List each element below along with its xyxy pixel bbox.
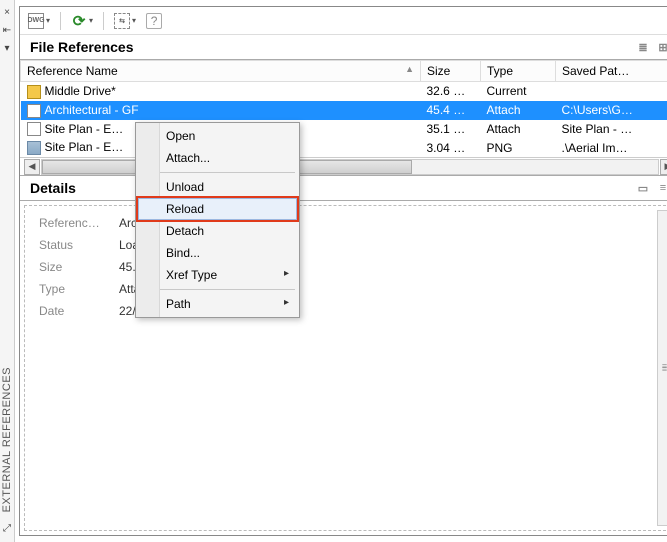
row-type: Attach [481, 120, 556, 139]
ctx-open[interactable]: Open [138, 125, 297, 147]
list-view-icon[interactable]: ≣ [636, 40, 650, 54]
chevron-down-icon: ▾ [89, 16, 93, 25]
scroll-left-icon[interactable]: ◀ [24, 159, 40, 175]
separator [60, 12, 61, 30]
vertical-scrollbar[interactable]: ≡≡ [657, 210, 667, 526]
dwg-icon: DWG [28, 13, 44, 29]
help-icon: ? [146, 13, 162, 29]
table-row[interactable]: Middle Drive* 32.6 …Current [21, 82, 667, 101]
file-type-icon [27, 122, 41, 136]
detail-row: TypeAttach [39, 278, 663, 300]
attach-dwg-button[interactable]: DWG ▾ [26, 11, 52, 31]
context-menu: OpenAttach... UnloadReloadDetachBind...Xr… [135, 122, 300, 318]
file-references-header: File References ≣ ⊞ [20, 35, 667, 60]
details-header: Details ▭ ≡ [20, 175, 667, 201]
file-type-icon [27, 85, 41, 99]
detail-label: Status [39, 238, 119, 252]
details-list-icon[interactable]: ≡ [656, 181, 667, 195]
row-path: C:\Users\G… [556, 101, 667, 120]
table-row[interactable]: Site Plan - E… 3.04 …PNG.\Aerial Im… [21, 138, 667, 157]
row-size: 35.1 … [421, 120, 481, 139]
refresh-button[interactable]: ⟳ ▾ [69, 11, 95, 31]
ctx-unload[interactable]: Unload [138, 176, 297, 198]
chevron-down-icon: ▾ [46, 16, 50, 25]
tree-view-icon[interactable]: ⊞ [656, 40, 667, 54]
file-type-icon [27, 104, 41, 118]
pin-panel-icon[interactable]: ⇤ [0, 24, 14, 38]
scroll-grip-icon: ≡≡ [662, 365, 667, 371]
row-size: 45.4 … [421, 101, 481, 120]
file-type-icon [27, 141, 41, 155]
ctx-detach[interactable]: Detach [138, 220, 297, 242]
change-path-button[interactable]: ⇆ ▾ [112, 11, 138, 31]
row-path [556, 82, 667, 101]
detail-row: Size45.4 KB [39, 256, 663, 278]
details-title: Details [30, 180, 76, 196]
col-name-label: Reference Name [27, 64, 118, 78]
sort-asc-icon: ▲ [405, 64, 414, 74]
help-button[interactable]: ? [144, 11, 164, 31]
row-size: 3.04 … [421, 138, 481, 157]
ctx-reload[interactable]: Reload [138, 198, 297, 220]
horizontal-scrollbar[interactable]: ◀ ▶ [20, 157, 667, 175]
detail-label: Type [39, 282, 119, 296]
ctx-bind[interactable]: Bind... [138, 242, 297, 264]
col-size[interactable]: Size [421, 61, 481, 82]
chevron-down-icon: ▾ [132, 16, 136, 25]
row-size: 32.6 … [421, 82, 481, 101]
details-pane: Referenc…Architectural - GFStatusLoadedS… [24, 205, 667, 531]
scroll-right-icon[interactable]: ▶ [660, 159, 667, 175]
context-menu-separator [140, 289, 295, 290]
detail-row: Date22/04/2016 16:10:32 [39, 300, 663, 322]
detail-label: Date [39, 304, 119, 318]
detail-row: StatusLoaded [39, 234, 663, 256]
refresh-icon: ⟳ [71, 13, 87, 29]
separator [103, 12, 104, 30]
table-row[interactable]: Site Plan - E… 35.1 …AttachSite Plan - … [21, 120, 667, 139]
col-type[interactable]: Type [481, 61, 556, 82]
path-icon: ⇆ [114, 13, 130, 29]
row-name: Site Plan - E… [45, 122, 124, 136]
row-name: Architectural - GF [45, 103, 139, 117]
row-type: Current [481, 82, 556, 101]
row-name: Middle Drive* [45, 84, 116, 98]
detail-label: Referenc… [39, 216, 119, 230]
row-type: Attach [481, 101, 556, 120]
context-menu-separator [140, 172, 295, 173]
row-name: Site Plan - E… [45, 140, 124, 154]
close-panel-icon[interactable]: × [0, 6, 14, 20]
table-row[interactable]: Architectural - GF 45.4 …AttachC:\Users\G… [21, 101, 667, 120]
references-table: Reference Name ▲ Size Type Saved Pat… Mi… [20, 60, 667, 157]
main-panel: DWG ▾ ⟳ ▾ ⇆ ▾ ? File References ≣ ⊞ [19, 6, 667, 536]
toolbar: DWG ▾ ⟳ ▾ ⇆ ▾ ? [20, 7, 667, 35]
references-table-wrap: Reference Name ▲ Size Type Saved Pat… Mi… [20, 60, 667, 157]
file-references-title: File References [30, 39, 134, 55]
ctx-attach[interactable]: Attach... [138, 147, 297, 169]
ctx-xref-type[interactable]: Xref Type [138, 264, 297, 286]
ctx-path[interactable]: Path [138, 293, 297, 315]
panel-menu-icon[interactable]: ▾ [0, 42, 14, 56]
row-path: Site Plan - … [556, 120, 667, 139]
row-type: PNG [481, 138, 556, 157]
preview-icon[interactable]: ▭ [636, 181, 650, 195]
col-saved-path[interactable]: Saved Pat… [556, 61, 667, 82]
dock-strip: × ⇤ ▾ EXTERNAL REFERENCES ⤢ [0, 0, 15, 542]
panel-footer-icon[interactable]: ⤢ [0, 522, 14, 536]
detail-row: Referenc…Architectural - GF [39, 212, 663, 234]
scroll-track[interactable] [41, 159, 659, 175]
row-path: .\Aerial Im… [556, 138, 667, 157]
col-reference-name[interactable]: Reference Name ▲ [21, 61, 421, 82]
panel-title: EXTERNAL REFERENCES [1, 367, 13, 512]
detail-label: Size [39, 260, 119, 274]
